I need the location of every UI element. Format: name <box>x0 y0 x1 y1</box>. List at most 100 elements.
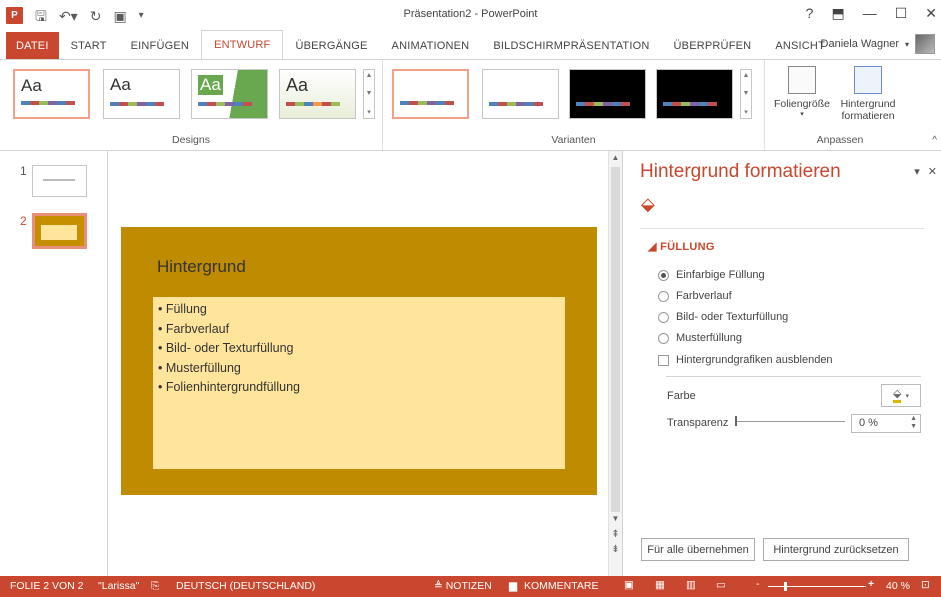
chevron-up-icon[interactable]: ▲ <box>366 72 373 79</box>
pane-close-icon[interactable]: ✕ <box>928 165 937 178</box>
spellcheck-icon[interactable]: ⎘ <box>151 580 159 593</box>
chevron-down-icon[interactable]: ▼ <box>366 90 373 97</box>
ribbon-tabs: DATEI START EINFÜGEN ENTWURF ÜBERGÄNGE A… <box>0 30 941 60</box>
variant-2[interactable] <box>482 69 559 119</box>
radio-dot <box>658 269 669 281</box>
slide-canvas[interactable]: Hintergrund • Füllung • Farbverlauf • Bi… <box>121 227 597 495</box>
scrollbar-thumb[interactable] <box>611 167 620 512</box>
slide-indicator: FOLIE 2 VON 2 <box>10 580 84 592</box>
reading-view-icon[interactable]: ▥ <box>686 579 696 591</box>
varianten-group: ▲ ▼ ▾ Varianten <box>383 60 765 150</box>
radio-bild-oder-texturfuellung[interactable]: Bild- oder Texturfüllung <box>658 311 788 323</box>
foliengroesse-button[interactable]: Foliengröße ▾ <box>771 66 833 118</box>
customize-qat-icon[interactable]: ▾ <box>139 8 144 24</box>
apply-to-all-button[interactable]: Für alle übernehmen <box>641 538 755 561</box>
close-button[interactable]: ✕ <box>925 5 937 22</box>
pane-controls: ▾ ✕ <box>914 165 937 178</box>
radio-farbverlauf[interactable]: Farbverlauf <box>658 290 732 302</box>
paint-bucket-icon: ⬙ <box>893 388 902 403</box>
scroll-up-icon[interactable]: ▲ <box>609 153 622 162</box>
checkbox-label: Hintergrundgrafiken ausblenden <box>676 354 833 366</box>
fill-bucket-icon[interactable]: ⬙ <box>641 194 655 215</box>
hintergrund-label: Hintergrund <box>840 98 896 110</box>
tab-bildschirmpraesentation[interactable]: BILDSCHIRMPRÄSENTATION <box>481 32 661 60</box>
variant-1[interactable] <box>392 69 469 119</box>
save-icon[interactable]: 🖫 <box>35 8 47 24</box>
pane-divider <box>640 228 924 229</box>
spinner-arrows-icon[interactable]: ▲ ▼ <box>910 415 917 431</box>
tab-ueberpruefen[interactable]: ÜBERPRÜFEN <box>662 32 764 60</box>
chevron-down-icon: ▾ <box>800 111 804 118</box>
theme-office[interactable]: Aa <box>13 69 90 119</box>
tab-einfuegen[interactable]: EINFÜGEN <box>119 32 201 60</box>
slide-title[interactable]: Hintergrund <box>157 257 246 277</box>
next-slide-icon[interactable]: ⇟ <box>609 544 622 555</box>
notes-button[interactable]: ≜ NOTIZEN <box>434 580 492 592</box>
zoom-level[interactable]: 40 % <box>886 580 910 592</box>
theme-name: "Larissa" <box>98 580 140 592</box>
zoom-in-button[interactable]: + <box>868 578 874 590</box>
theme-integral[interactable]: Aa <box>279 69 356 119</box>
slideshow-icon[interactable]: ▭ <box>716 579 726 591</box>
designs-gallery-scroll[interactable]: ▲ ▼ ▾ <box>363 69 375 119</box>
theme-larissa[interactable]: Aa <box>103 69 180 119</box>
fit-to-window-icon[interactable]: ⊡ <box>921 579 930 591</box>
slide-content-box[interactable]: • Füllung • Farbverlauf • Bild- oder Tex… <box>153 297 565 469</box>
scroll-down-icon[interactable]: ▼ <box>609 514 622 523</box>
reset-background-button[interactable]: Hintergrund zurücksetzen <box>763 538 909 561</box>
slide-thumbnail-2[interactable] <box>32 213 87 249</box>
theme-preview-text: Aa <box>110 75 131 94</box>
start-from-beginning-icon[interactable]: ▣ <box>113 8 126 24</box>
variant-color-strip <box>400 101 454 105</box>
minimize-button[interactable]: — <box>863 5 877 22</box>
tab-uebergaenge[interactable]: ÜBERGÄNGE <box>283 32 379 60</box>
radio-musterfuellung[interactable]: Musterfüllung <box>658 332 742 344</box>
more-icon[interactable]: ▾ <box>744 108 748 116</box>
theme-facette[interactable]: Aa <box>191 69 268 119</box>
more-icon[interactable]: ▾ <box>367 108 371 116</box>
list-item: • Folienhintergrundfüllung <box>158 380 300 394</box>
variant-3[interactable] <box>569 69 646 119</box>
fuellung-section-header[interactable]: ◢ FÜLLUNG <box>648 240 715 253</box>
slide-vertical-scrollbar[interactable]: ▲ ▼ ⇞ ⇟ <box>608 151 622 576</box>
chevron-up-icon[interactable]: ▲ <box>743 72 750 79</box>
zoom-slider-handle[interactable] <box>784 582 787 591</box>
transparency-slider-handle[interactable] <box>735 416 737 426</box>
normal-view-icon[interactable]: ▣ <box>624 579 634 591</box>
pane-divider <box>666 376 921 377</box>
variant-4[interactable] <box>656 69 733 119</box>
comments-button[interactable]: KOMMENTARE <box>524 580 598 592</box>
list-item: • Bild- oder Texturfüllung <box>158 341 294 355</box>
variants-gallery-scroll[interactable]: ▲ ▼ ▾ <box>740 69 752 119</box>
help-button[interactable]: ? <box>806 5 814 22</box>
slide-sorter-icon[interactable]: ▦ <box>655 579 665 591</box>
maximize-button[interactable]: ☐ <box>895 5 908 22</box>
format-background-icon <box>854 66 882 94</box>
tab-start[interactable]: START <box>59 32 119 60</box>
checkbox-hintergrundgrafiken-ausblenden[interactable]: Hintergrundgrafiken ausblenden <box>658 354 833 366</box>
language-indicator[interactable]: DEUTSCH (DEUTSCHLAND) <box>176 580 315 592</box>
slide-edit-area[interactable]: Hintergrund • Füllung • Farbverlauf • Bi… <box>108 151 608 576</box>
undo-icon[interactable]: ↶▾ <box>59 8 78 24</box>
ribbon-display-options-button[interactable]: ⬒ <box>831 5 844 22</box>
comments-icon[interactable]: ▆ <box>509 580 517 592</box>
user-account[interactable]: Daniela Wagner ▾ <box>821 34 935 54</box>
window-controls: ? ⬒ — ☐ ✕ <box>806 5 937 22</box>
tab-datei[interactable]: DATEI <box>6 32 59 60</box>
zoom-out-button[interactable]: - <box>756 578 760 590</box>
chevron-down-icon[interactable]: ▼ <box>743 90 750 97</box>
pane-options-icon[interactable]: ▾ <box>914 165 920 178</box>
tab-entwurf[interactable]: ENTWURF <box>201 30 284 60</box>
previous-slide-icon[interactable]: ⇞ <box>609 529 622 540</box>
transparency-slider-track[interactable] <box>737 421 845 422</box>
hintergrund-formatieren-button[interactable]: Hintergrund formatieren <box>833 66 903 122</box>
slide-thumbnail-1[interactable] <box>32 165 87 197</box>
transparency-spinner[interactable]: 0 % ▲ ▼ <box>851 414 921 433</box>
pane-title: Hintergrund formatieren <box>640 161 841 182</box>
collapse-ribbon-button[interactable]: ^ <box>932 135 937 146</box>
redo-icon[interactable]: ↻ <box>90 8 102 24</box>
zoom-slider-track[interactable] <box>768 586 866 587</box>
radio-einfarbige-fuellung[interactable]: Einfarbige Füllung <box>658 269 765 281</box>
fill-color-picker[interactable]: ⬙ ▾ <box>881 384 921 407</box>
tab-animationen[interactable]: ANIMATIONEN <box>380 32 482 60</box>
